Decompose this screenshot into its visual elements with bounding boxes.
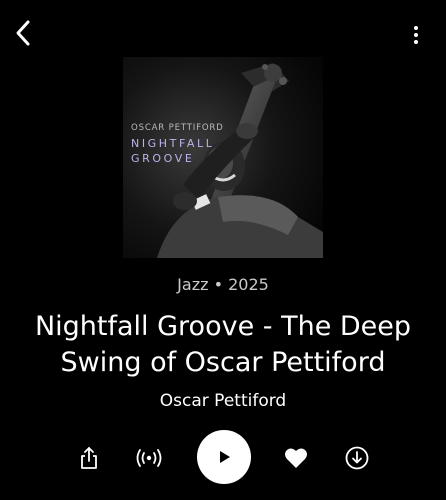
album-title: Nightfall Groove - The Deep Swing of Osc… bbox=[34, 311, 412, 378]
radio-button[interactable] bbox=[134, 443, 164, 473]
chevron-left-icon bbox=[16, 20, 30, 46]
heart-icon bbox=[285, 448, 307, 468]
vertical-dots-icon bbox=[414, 26, 418, 44]
cover-title-line2: GROOVE bbox=[131, 152, 195, 165]
album-cover: OSCAR PETTIFORD NIGHTFALL GROOVE bbox=[123, 57, 323, 258]
more-options-button[interactable] bbox=[406, 22, 426, 48]
back-button[interactable] bbox=[8, 14, 38, 52]
genre-year-label: Jazz • 2025 bbox=[177, 275, 269, 294]
radio-broadcast-icon bbox=[136, 449, 162, 467]
top-bar bbox=[0, 0, 446, 64]
play-button[interactable] bbox=[197, 430, 251, 484]
share-button[interactable] bbox=[74, 443, 104, 473]
download-icon bbox=[345, 446, 369, 470]
like-button[interactable] bbox=[281, 443, 311, 473]
play-icon bbox=[220, 451, 230, 463]
share-icon bbox=[81, 447, 97, 469]
cover-artist-text: OSCAR PETTIFORD bbox=[131, 123, 224, 133]
artist-link[interactable]: Oscar Pettiford bbox=[0, 391, 446, 411]
playback-controls bbox=[0, 430, 446, 484]
download-button[interactable] bbox=[342, 443, 372, 473]
cover-title-line1: NIGHTFALL bbox=[131, 137, 215, 150]
cover-text: OSCAR PETTIFORD NIGHTFALL GROOVE bbox=[131, 123, 231, 166]
